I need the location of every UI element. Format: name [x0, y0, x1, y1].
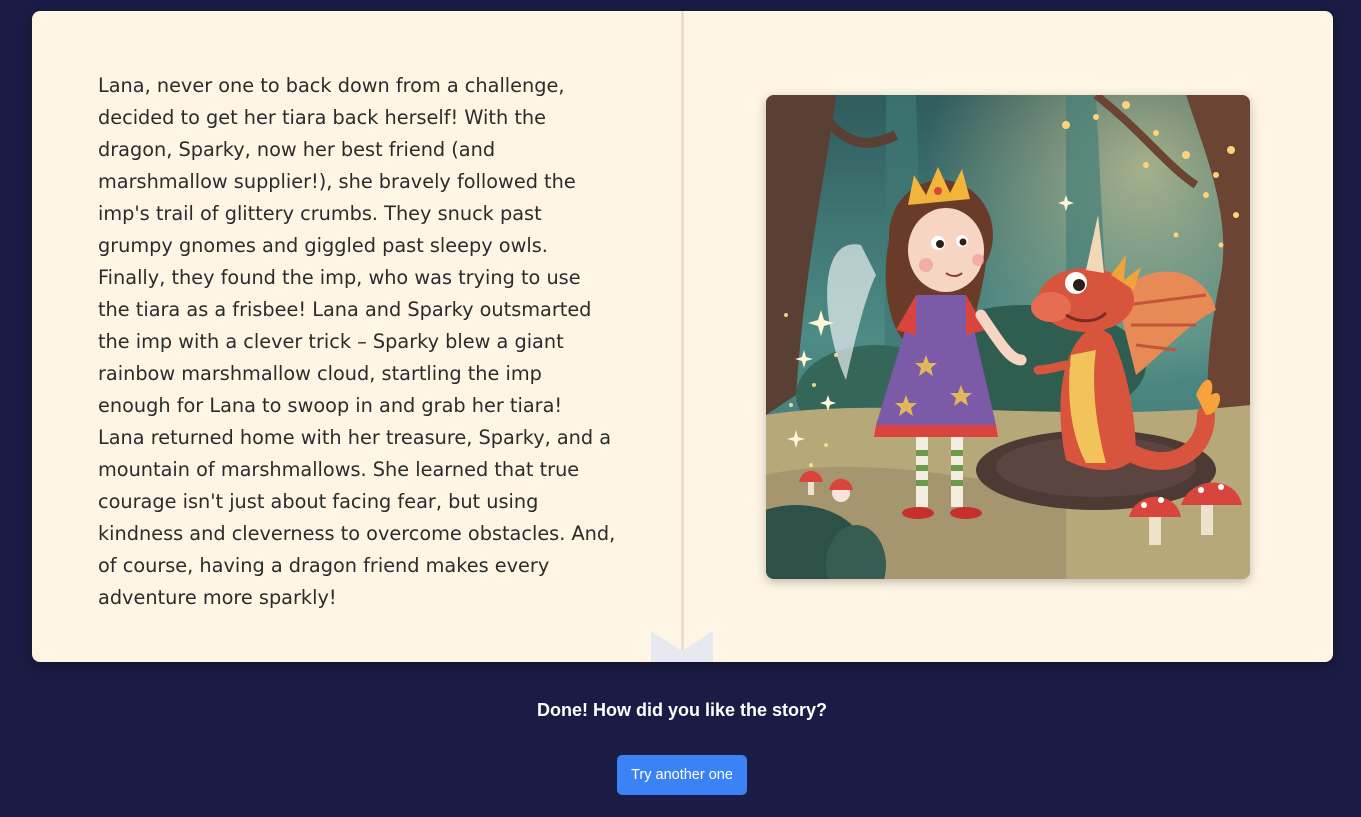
story-line: courage isn't just about facing fear, bu…	[98, 490, 539, 513]
story-line: marshmallow supplier!), she bravely foll…	[98, 170, 576, 193]
story-line: dragon, Sparky, now her best friend (and	[98, 138, 496, 161]
story-line: enough for Lana to swoop in and grab her…	[98, 394, 563, 417]
story-line: Lana, never one to back down from a chal…	[98, 74, 565, 97]
story-line: rainbow marshmallow cloud, startling the…	[98, 362, 542, 385]
story-line: the tiara as a frisbee! Lana and Sparky …	[98, 298, 592, 321]
story-line: adventure more sparkly!	[98, 586, 337, 609]
try-another-button[interactable]: Try another one	[617, 755, 747, 795]
story-text: Lana, never one to back down from a chal…	[98, 70, 628, 614]
story-line: Lana returned home with her treasure, Sp…	[98, 426, 612, 449]
story-line: of course, having a dragon friend makes …	[98, 554, 550, 577]
story-line: grumpy gnomes and giggled past sleepy ow…	[98, 234, 548, 257]
story-line: Finally, they found the imp, who was try…	[98, 266, 581, 289]
page-fold-decoration	[651, 631, 713, 662]
story-line: imp's trail of glittery crumbs. They snu…	[98, 202, 542, 225]
story-line: decided to get her tiara back herself! W…	[98, 106, 546, 129]
story-line: the imp with a clever trick – Sparky ble…	[98, 330, 564, 353]
book-spine	[681, 11, 684, 662]
story-illustration	[766, 95, 1250, 579]
storybook: Lana, never one to back down from a chal…	[32, 11, 1333, 662]
story-line: mountain of marshmallows. She learned th…	[98, 458, 580, 481]
completion-message: Done! How did you like the story?	[536, 700, 828, 720]
story-line: kindness and cleverness to overcome obst…	[98, 522, 616, 545]
